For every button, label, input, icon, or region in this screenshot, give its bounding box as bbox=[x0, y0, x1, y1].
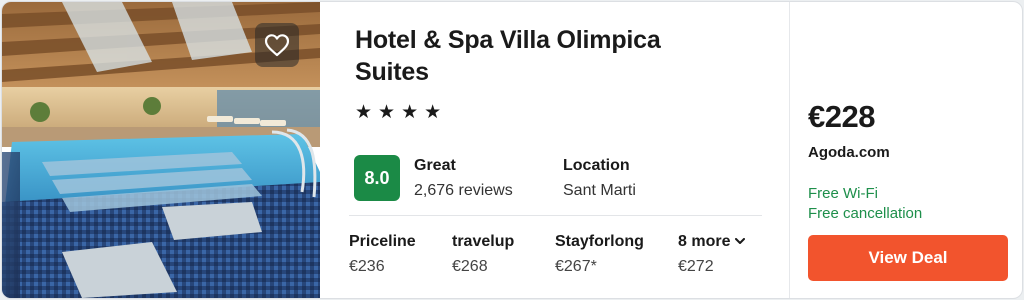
amenity-cancellation: Free cancellation bbox=[808, 205, 923, 222]
provider-stayforlong[interactable]: Stayforlong €267* bbox=[555, 232, 644, 277]
location-heading: Location bbox=[563, 157, 630, 174]
amenity-wifi: Free Wi-Fi bbox=[808, 185, 878, 202]
hotel-result-card[interactable]: Hotel & Spa Villa Olimpica Suites ★★★★ 8… bbox=[1, 1, 1023, 299]
provider-price: €267* bbox=[555, 258, 597, 275]
chevron-down-icon bbox=[735, 238, 746, 245]
provider-name: travelup bbox=[452, 233, 515, 250]
provider-name: Priceline bbox=[349, 233, 416, 250]
view-deal-button[interactable]: View Deal bbox=[808, 235, 1008, 281]
best-price: €228 bbox=[808, 99, 875, 134]
heart-outline-icon bbox=[264, 34, 290, 57]
provider-name: Stayforlong bbox=[555, 233, 644, 250]
location-value: Sant Marti bbox=[563, 182, 636, 199]
hotel-title-line-2[interactable]: Suites bbox=[355, 56, 755, 88]
provider-price: €272 bbox=[678, 258, 714, 275]
divider bbox=[349, 215, 762, 216]
provider-priceline[interactable]: Priceline €236 bbox=[349, 232, 416, 277]
hotel-title-line-1[interactable]: Hotel & Spa Villa Olimpica bbox=[355, 24, 755, 56]
hotel-title[interactable]: Hotel & Spa Villa Olimpica Suites bbox=[355, 24, 755, 88]
provider-price: €236 bbox=[349, 258, 385, 275]
provider-price: €268 bbox=[452, 258, 488, 275]
more-providers-toggle[interactable]: 8 more €272 bbox=[678, 232, 746, 277]
rating-score-badge: 8.0 bbox=[354, 155, 400, 201]
provider-travelup[interactable]: travelup €268 bbox=[452, 232, 514, 277]
hotel-info: Hotel & Spa Villa Olimpica Suites ★★★★ 8… bbox=[349, 2, 764, 298]
rating-word: Great bbox=[414, 157, 456, 174]
favorite-button[interactable] bbox=[255, 23, 299, 67]
review-count[interactable]: 2,676 reviews bbox=[414, 182, 513, 200]
more-providers-label: 8 more bbox=[678, 233, 731, 250]
hotel-photo[interactable] bbox=[2, 2, 320, 298]
star-rating: ★★★★ bbox=[355, 102, 448, 123]
deal-site: Agoda.com bbox=[808, 144, 890, 161]
column-divider bbox=[789, 2, 790, 298]
